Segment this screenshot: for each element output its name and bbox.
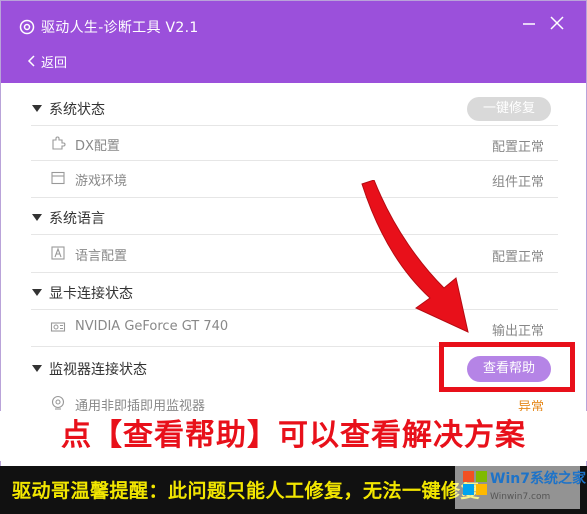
window-icon <box>51 171 65 185</box>
section-title: 监视器连接状态 <box>49 362 147 378</box>
monitor-icon <box>51 395 65 410</box>
title-bar: 驱动人生-诊断工具 V2.1 返回 <box>1 1 586 83</box>
caret-down-icon <box>32 365 42 372</box>
list-item-language-config: 语言配置 配置正常 <box>1 241 586 267</box>
list-item-gpu: NVIDIA GeForce GT 740 输出正常 <box>1 315 586 341</box>
chevron-left-icon <box>27 55 35 67</box>
one-click-repair-button[interactable]: 一键修复 <box>467 97 551 121</box>
section-gpu-connection[interactable]: 显卡连接状态 <box>1 280 586 306</box>
window-title: 驱动人生-诊断工具 V2.1 <box>41 20 199 36</box>
divider <box>31 125 558 126</box>
row-status: 配置正常 <box>491 140 544 155</box>
row-status: 组件正常 <box>491 175 544 190</box>
row-label: DX配置 <box>75 139 120 154</box>
puzzle-icon <box>52 136 66 150</box>
section-title: 系统语言 <box>49 211 105 227</box>
section-title: 系统状态 <box>49 102 105 118</box>
row-label: NVIDIA GeForce GT 740 <box>75 319 229 334</box>
caret-down-icon <box>32 214 42 221</box>
gear-icon <box>19 19 35 35</box>
row-label: 游戏环境 <box>75 174 128 189</box>
caret-down-icon <box>32 289 42 296</box>
back-label: 返回 <box>41 55 68 71</box>
row-status: 输出正常 <box>491 324 544 339</box>
view-help-button[interactable]: 查看帮助 <box>467 356 551 382</box>
section-title: 显卡连接状态 <box>49 286 133 302</box>
row-label: 语言配置 <box>75 249 128 264</box>
close-icon[interactable] <box>547 13 567 33</box>
divider <box>31 160 558 161</box>
section-system-language[interactable]: 系统语言 <box>1 205 586 231</box>
letter-a-icon <box>51 246 65 260</box>
graphics-card-icon <box>50 322 66 332</box>
watermark-brand: Win7系统之家 <box>490 471 586 487</box>
annotation-arrow <box>361 180 469 333</box>
annotation-tip: 驱动哥温馨提醒：此问题只能人工修复，无法一键修复 <box>12 480 481 502</box>
watermark-url: Winwin7.com <box>490 492 551 502</box>
annotation-headline: 点【查看帮助】可以查看解决方案 <box>0 411 587 461</box>
row-status: 配置正常 <box>491 250 544 265</box>
back-button[interactable]: 返回 <box>27 51 67 71</box>
list-item-dx-config: DX配置 配置正常 <box>1 131 586 157</box>
list-item-game-env: 游戏环境 组件正常 <box>1 166 586 192</box>
minimize-icon[interactable] <box>519 13 539 33</box>
caret-down-icon <box>32 105 42 112</box>
